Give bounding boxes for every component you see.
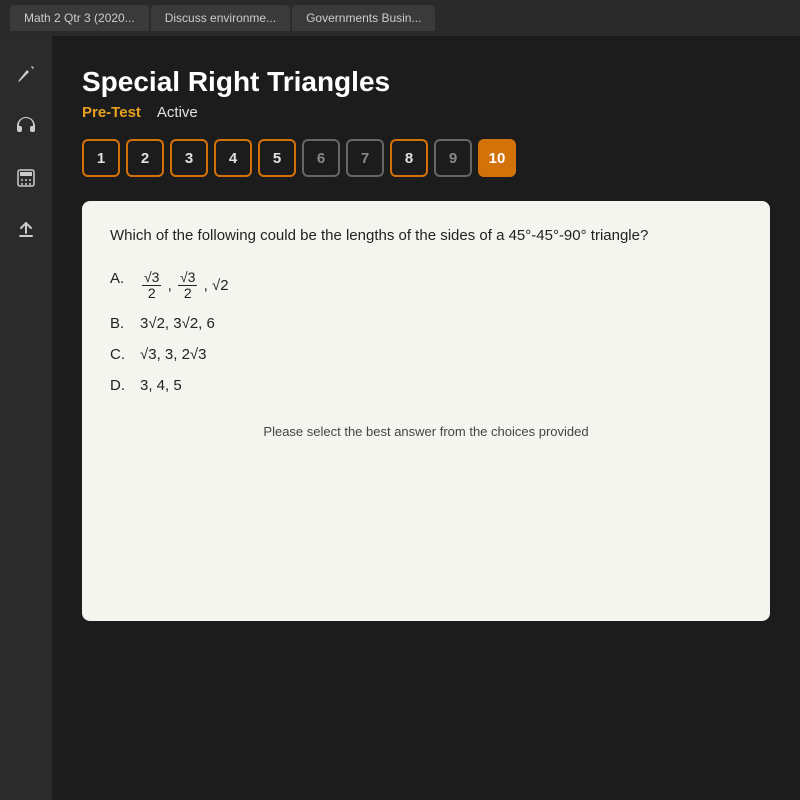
question-btn-5[interactable]: 5 [258, 139, 296, 177]
question-btn-7[interactable]: 7 [346, 139, 384, 177]
sidebar [0, 36, 52, 800]
question-btn-10[interactable]: 10 [478, 139, 516, 177]
browser-tab-2[interactable]: Discuss environme... [151, 5, 290, 31]
question-btn-2[interactable]: 2 [126, 139, 164, 177]
option-d-letter: D. [110, 377, 130, 394]
browser-tab-3[interactable]: Governments Busin... [292, 5, 435, 31]
question-btn-6[interactable]: 6 [302, 139, 340, 177]
answer-option-d[interactable]: D. 3, 4, 5 [110, 377, 742, 394]
question-btn-8[interactable]: 8 [390, 139, 428, 177]
browser-tab-1[interactable]: Math 2 Qtr 3 (2020... [10, 5, 149, 31]
question-btn-4[interactable]: 4 [214, 139, 252, 177]
content-panel: Special Right Triangles Pre-Test Active … [52, 36, 800, 800]
question-btn-9[interactable]: 9 [434, 139, 472, 177]
upload-icon[interactable] [0, 204, 52, 256]
pencil-icon[interactable] [0, 48, 52, 100]
pre-test-label: Pre-Test [82, 104, 141, 121]
main-wrapper: Special Right Triangles Pre-Test Active … [0, 36, 800, 800]
active-status-label: Active [157, 104, 198, 121]
option-a-letter: A. [110, 270, 130, 287]
question-numbers-row: 1 2 3 4 5 6 7 8 9 10 [82, 139, 770, 177]
answer-option-a[interactable]: A. √3 2 , √3 2 , √2 [110, 270, 742, 302]
page-title: Special Right Triangles [82, 66, 770, 98]
browser-tabs-bar: Math 2 Qtr 3 (2020... Discuss environme.… [0, 0, 800, 36]
option-a-math: √3 2 , √3 2 , √2 [140, 270, 229, 302]
subtitle-row: Pre-Test Active [82, 104, 770, 121]
please-select-text: Please select the best answer from the c… [110, 424, 742, 439]
question-btn-1[interactable]: 1 [82, 139, 120, 177]
answer-option-b[interactable]: B. 3√2, 3√2, 6 [110, 315, 742, 332]
question-card: Which of the following could be the leng… [82, 201, 770, 621]
option-c-letter: C. [110, 346, 130, 363]
option-b-math: 3√2, 3√2, 6 [140, 315, 215, 332]
headphones-icon[interactable] [0, 100, 52, 152]
answer-option-c[interactable]: C. √3, 3, 2√3 [110, 346, 742, 363]
option-b-letter: B. [110, 315, 130, 332]
question-btn-3[interactable]: 3 [170, 139, 208, 177]
option-d-math: 3, 4, 5 [140, 377, 182, 394]
calculator-icon[interactable] [0, 152, 52, 204]
option-c-math: √3, 3, 2√3 [140, 346, 207, 363]
question-text: Which of the following could be the leng… [110, 225, 742, 248]
